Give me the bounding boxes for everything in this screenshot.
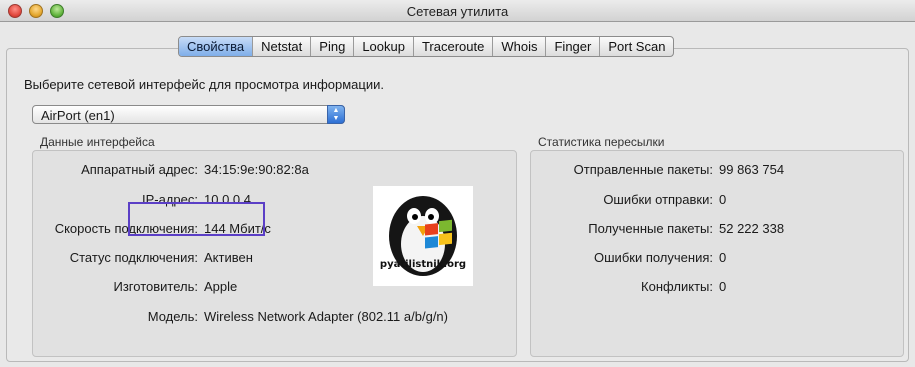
window-body: Свойства Netstat Ping Lookup Traceroute … bbox=[0, 22, 915, 367]
stat-value: 0 bbox=[719, 250, 727, 265]
interface-select[interactable]: AirPort (en1) ▲ ▼ bbox=[32, 105, 345, 124]
ip-address-highlight-box bbox=[128, 202, 265, 236]
detail-label: Статус подключения: bbox=[69, 250, 198, 265]
tab-properties[interactable]: Свойства bbox=[179, 37, 254, 56]
tab-finger[interactable]: Finger bbox=[546, 37, 601, 56]
stat-value: 0 bbox=[719, 279, 727, 294]
tab-bar: Свойства Netstat Ping Lookup Traceroute … bbox=[178, 36, 675, 57]
interface-select-value: AirPort (en1) bbox=[41, 108, 115, 123]
penguin-windows-icon bbox=[389, 196, 457, 276]
stat-label: Отправленные пакеты: bbox=[573, 162, 713, 177]
stat-label: Ошибки отправки: bbox=[603, 192, 713, 207]
detail-value: Wireless Network Adapter (802.11 a/b/g/n… bbox=[204, 309, 448, 324]
detail-label: Аппаратный адрес: bbox=[81, 162, 198, 177]
detail-value: Активен bbox=[204, 250, 253, 265]
stat-label: Конфликты: bbox=[641, 279, 713, 294]
stat-value: 0 bbox=[719, 192, 727, 207]
logo-text: pyatilistnik.org bbox=[379, 259, 467, 270]
detail-value: 34:15:9e:90:82:8a bbox=[204, 162, 309, 177]
interface-details-title: Данные интерфейса bbox=[40, 135, 155, 149]
window-title: Сетевая утилита bbox=[406, 4, 509, 19]
tab-traceroute[interactable]: Traceroute bbox=[414, 37, 494, 56]
tab-ping[interactable]: Ping bbox=[311, 37, 355, 56]
tab-whois[interactable]: Whois bbox=[493, 37, 547, 56]
detail-label: Модель: bbox=[147, 309, 198, 324]
stat-label: Полученные пакеты: bbox=[588, 221, 713, 236]
detail-value: Apple bbox=[204, 279, 238, 294]
stat-value: 52 222 338 bbox=[719, 221, 785, 236]
stat-value: 99 863 754 bbox=[719, 162, 785, 177]
interface-prompt: Выберите сетевой интерфейс для просмотра… bbox=[24, 77, 384, 92]
tab-port-scan[interactable]: Port Scan bbox=[600, 37, 673, 56]
transfer-stats-title: Статистика пересылки bbox=[538, 135, 665, 149]
detail-label: Изготовитель: bbox=[113, 279, 199, 294]
title-bar: Сетевая утилита bbox=[0, 0, 915, 22]
tab-lookup[interactable]: Lookup bbox=[354, 37, 414, 56]
popup-arrows-icon[interactable]: ▲ ▼ bbox=[327, 105, 345, 124]
stat-label: Ошибки получения: bbox=[594, 250, 713, 265]
pyatilistnik-logo: pyatilistnik.org bbox=[373, 186, 473, 286]
tab-netstat[interactable]: Netstat bbox=[253, 37, 312, 56]
